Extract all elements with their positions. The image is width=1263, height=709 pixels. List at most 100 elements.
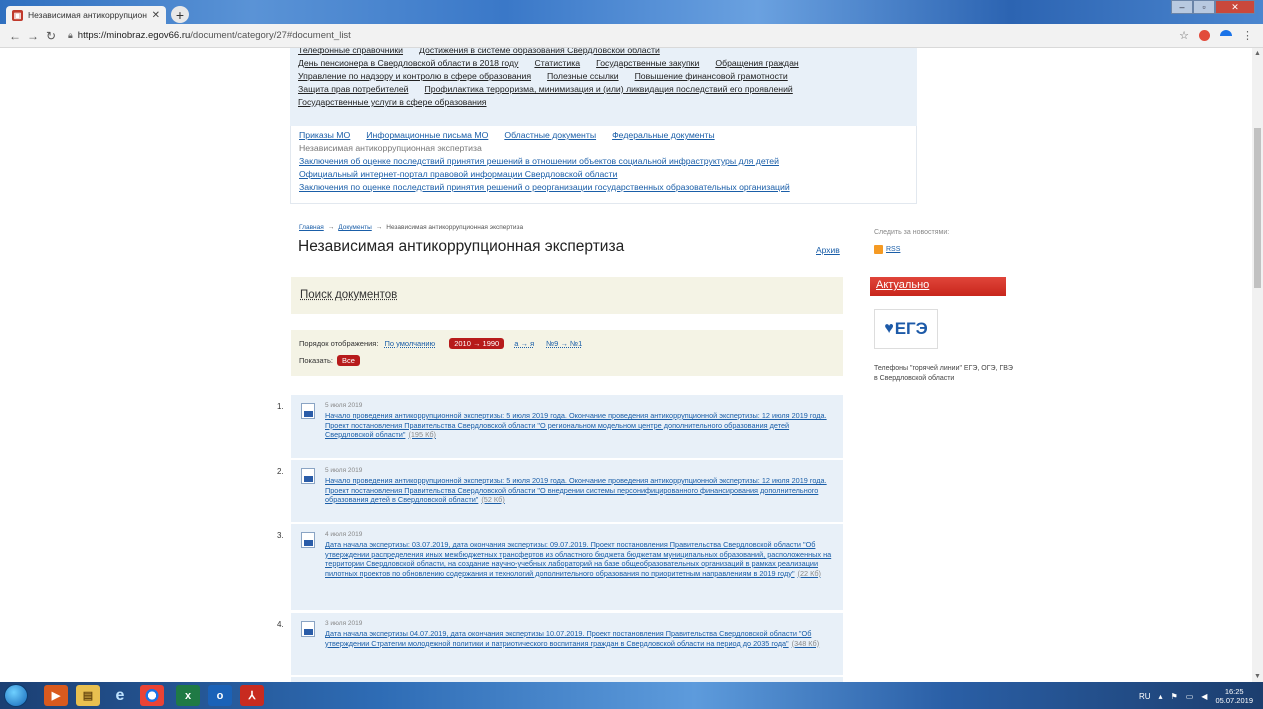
breadcrumb-current: Независимая антикоррупционная экспертиза (386, 224, 524, 231)
internet-explorer-icon[interactable]: e (108, 685, 132, 706)
nav-link[interactable]: Защита прав потребителей (298, 83, 409, 96)
rss-icon (874, 245, 883, 254)
document-date: 5 июля 2019 (325, 402, 363, 409)
close-tab-icon[interactable]: ✕ (152, 10, 160, 21)
document-link[interactable]: Начало проведения антикоррупционной эксп… (325, 476, 837, 505)
close-window-button[interactable]: ✕ (1215, 0, 1255, 14)
bookmark-star-icon[interactable]: ☆ (1179, 29, 1189, 42)
forward-arrow-icon[interactable]: → (24, 29, 42, 43)
nav-link[interactable]: Достижения в системе образования Свердло… (419, 48, 660, 57)
sort-alpha[interactable]: а → я (514, 339, 534, 348)
show-row: Показать: Все (299, 355, 835, 366)
file-explorer-icon[interactable]: ▤ (76, 685, 100, 706)
nav-link[interactable]: Повышение финансовой грамотности (635, 70, 788, 83)
nav-link[interactable]: Полезные ссылки (547, 70, 619, 83)
flag-icon[interactable]: ⚑ (1171, 692, 1178, 701)
outlook-icon[interactable]: o (208, 685, 232, 706)
document-link[interactable]: Дата начала экспертизы: 03.07.2019, дата… (325, 540, 837, 578)
ege-logo-text: ЕГЭ (894, 319, 928, 338)
scrollbar-thumb[interactable] (1254, 128, 1261, 288)
category-link[interactable]: Официальный интернет-портал правовой инф… (299, 169, 617, 179)
document-number: 4. (277, 620, 284, 629)
page-scrollbar[interactable]: ▲ ▼ (1252, 48, 1263, 682)
breadcrumb-separator: → (327, 224, 335, 231)
menu-dots-icon[interactable]: ⋮ (1242, 29, 1253, 42)
category-link[interactable]: Заключения об оценке последствий приняти… (299, 156, 779, 166)
maximize-button[interactable]: ▫ (1193, 0, 1215, 14)
acrobat-icon[interactable]: ⅄ (240, 685, 264, 706)
scroll-down-icon[interactable]: ▼ (1254, 673, 1261, 680)
category-tab[interactable]: Информационные письма МО (366, 129, 488, 142)
ege-banner[interactable]: ♥ ЕГЭ (874, 309, 938, 349)
word-document-icon[interactable] (301, 532, 315, 548)
media-app-icon[interactable]: ▶ (44, 685, 68, 706)
nav-link[interactable]: Государственные закупки (596, 57, 699, 70)
document-link[interactable]: Дата начала экспертизы 04.07.2019, дата … (325, 629, 837, 648)
scroll-up-icon[interactable]: ▲ (1254, 50, 1261, 57)
breadcrumb-separator: → (375, 224, 383, 231)
excel-icon[interactable]: x (176, 685, 200, 706)
rss-label[interactable]: RSS (886, 246, 900, 253)
ege-heart-icon: ♥ (884, 320, 894, 337)
ege-caption: Телефоны "горячей линии" ЕГЭ, ОГЭ, ГВЭ в… (874, 365, 1013, 382)
document-link[interactable]: Начало проведения антикоррупционной эксп… (325, 411, 837, 440)
word-document-icon[interactable] (301, 621, 315, 637)
nav-link[interactable]: Управление по надзору и контролю в сфере… (298, 70, 531, 83)
breadcrumb-home[interactable]: Главная (299, 224, 324, 231)
volume-icon[interactable]: ◀ (1201, 692, 1207, 701)
window-controls: – ▫ ✕ (1171, 0, 1255, 14)
site-favicon-icon: ▣ (12, 9, 23, 21)
search-documents-toggle[interactable]: Поиск документов (300, 289, 397, 301)
url-field[interactable]: 🔒︎ https://minobraz.egov66.ru/document/c… (68, 30, 351, 41)
nav-link[interactable]: День пенсионера в Свердловской области в… (298, 57, 518, 70)
new-tab-button[interactable]: + (171, 6, 189, 23)
category-link[interactable]: Заключения по оценке последствий приняти… (299, 182, 790, 192)
chrome-icon[interactable] (140, 685, 164, 706)
nav-link[interactable]: Государственные услуги в сфере образован… (298, 96, 487, 109)
search-documents-panel[interactable]: Поиск документов (291, 277, 843, 314)
url-host: https://minobraz.egov66.ru (77, 30, 191, 41)
breadcrumb-documents[interactable]: Документы (338, 224, 372, 231)
category-tab[interactable]: Областные документы (504, 129, 596, 142)
actual-header[interactable]: Актуально (870, 277, 1006, 296)
extension-icon[interactable] (1199, 30, 1210, 41)
network-icon[interactable]: ▭ (1186, 692, 1194, 701)
lock-icon: 🔒︎ (68, 30, 73, 40)
nav-link[interactable]: Статистика (534, 57, 580, 70)
top-nav-row-4: Защита прав потребителей Профилактика те… (298, 83, 909, 96)
nav-link[interactable]: Обращения граждан (715, 57, 798, 70)
category-tab[interactable]: Приказы МО (299, 129, 350, 142)
language-indicator[interactable]: RU (1139, 692, 1151, 701)
address-bar-row: ← → ↻ 🔒︎ https://minobraz.egov66.ru/docu… (0, 24, 1263, 48)
clock[interactable]: 16:25 05.07.2019 (1215, 687, 1253, 705)
top-nav-row-2: День пенсионера в Свердловской области в… (298, 57, 909, 70)
archive-link[interactable]: Архив (816, 245, 840, 255)
current-category: Независимая антикоррупционная экспертиза (299, 143, 482, 153)
actual-title[interactable]: Актуально (876, 279, 929, 291)
reload-icon[interactable]: ↻ (42, 29, 60, 43)
rss-link[interactable]: RSS (874, 245, 900, 254)
top-navigation: Телефонные справочники Достижения в сист… (290, 48, 917, 126)
show-all-button[interactable]: Все (336, 355, 360, 366)
nav-link[interactable]: Профилактика терроризма, минимизация и (… (425, 83, 793, 96)
document-item: 1. 5 июля 2019 Начало проведения антикор… (277, 395, 843, 458)
browser-tab[interactable]: ▣ Независимая антикоррупцион ✕ (6, 6, 166, 24)
sort-label: Порядок отображения: (299, 339, 379, 348)
tray-expand-icon[interactable]: ▴ (1159, 692, 1163, 701)
sort-default[interactable]: По умолчанию (384, 339, 435, 348)
document-size: (195 Кб) (408, 430, 436, 439)
document-number: 2. (277, 467, 284, 476)
start-button[interactable] (4, 684, 28, 707)
sort-panel: Порядок отображения: По умолчанию 2010 →… (291, 330, 843, 376)
category-tabs: Приказы МО Информационные письма МО Обла… (299, 129, 908, 142)
category-tab[interactable]: Федеральные документы (612, 129, 715, 142)
back-arrow-icon[interactable]: ← (6, 29, 24, 43)
document-date: 5 июля 2019 (325, 467, 363, 474)
sort-year-active[interactable]: 2010 → 1990 (449, 338, 505, 349)
profile-icon[interactable] (1220, 29, 1232, 42)
nav-link[interactable]: Телефонные справочники (298, 48, 403, 57)
minimize-button[interactable]: – (1171, 0, 1193, 14)
sort-number[interactable]: №9 → №1 (546, 339, 582, 348)
word-document-icon[interactable] (301, 403, 315, 419)
word-document-icon[interactable] (301, 468, 315, 484)
